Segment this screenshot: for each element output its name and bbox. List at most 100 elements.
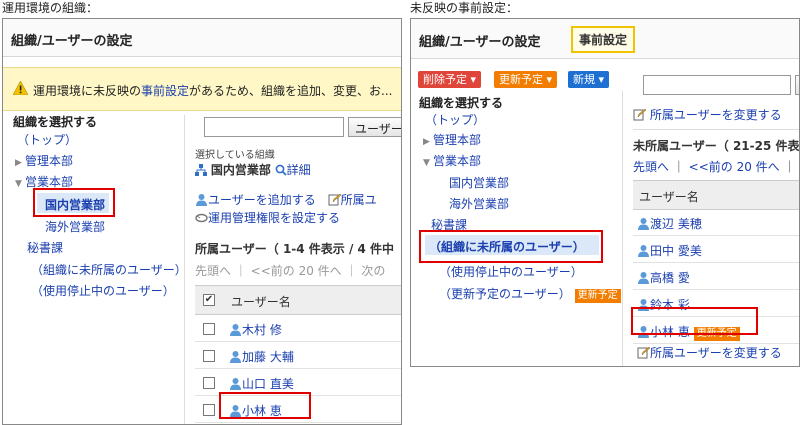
right-search-input[interactable] (643, 75, 791, 95)
new-label: 新規 (573, 73, 595, 86)
user-link[interactable]: 木村 修 (242, 323, 282, 337)
change-members-row: 所属ユーザーを変更する (633, 106, 782, 124)
right-page-title: 組織/ユーザーの設定 (419, 35, 541, 50)
col-username: ユーザー名 (231, 295, 291, 309)
warning-icon (12, 80, 29, 98)
left-table-header: ✔ ユーザー名 (195, 285, 401, 315)
pager-first[interactable]: 先頭へ (633, 160, 669, 174)
tree-item-unassigned[interactable]: （組織に未所属のユーザー） (31, 261, 187, 278)
right-title-bar: 組織/ユーザーの設定 事前設定 (411, 19, 799, 59)
change-members-link-bottom[interactable]: 所属ユーザーを変更する (650, 346, 782, 360)
user-icon (637, 271, 650, 287)
right-search-button[interactable] (795, 75, 799, 95)
tree-item-kanri[interactable]: ▶ 管理本部 (15, 152, 73, 169)
user-link[interactable]: 加藤 大輔 (242, 350, 294, 364)
unassigned-label: 未所属ユーザー（ 21-25 件表 (633, 139, 800, 153)
tree-item-suspended[interactable]: （使用停止中のユーザー） (31, 282, 175, 299)
tree-label-kanri[interactable]: 管理本部 (433, 133, 481, 147)
user-link[interactable]: 渡辺 美穂 (650, 217, 702, 231)
key-icon (195, 211, 208, 227)
change-members-link[interactable]: 所属ユーザーを変更する (650, 108, 782, 122)
left-page-title: 組織/ユーザーの設定 (11, 34, 133, 49)
tree-item-kokunai[interactable]: 国内営業部 (449, 174, 509, 191)
user-icon (229, 350, 242, 366)
add-user-link[interactable]: ユーザーを追加する (208, 193, 316, 207)
delete-planned-label: 削除予定 (423, 73, 467, 86)
user-add-icon (195, 193, 208, 209)
highlight-box-kokunai (33, 188, 115, 217)
update-planned-button[interactable]: 更新予定 ▾ (494, 71, 558, 88)
user-link[interactable]: 高橋 愛 (650, 271, 690, 285)
pager-sep-2: ｜ (783, 160, 796, 174)
edit-icon (328, 193, 341, 209)
detail-link[interactable]: 詳細 (287, 163, 311, 177)
selected-org-row: 国内営業部 詳細 (195, 161, 311, 179)
user-icon (229, 323, 242, 339)
user-icon (637, 244, 650, 260)
row-checkbox[interactable] (203, 350, 215, 362)
members-label: 所属ユーザー（ 1-4 件表示 / 4 件中 (195, 242, 395, 256)
right-pager: 先頭へ ｜ <<前の 20 件へ ｜ (633, 158, 796, 175)
row-checkbox[interactable] (203, 404, 215, 416)
tree-item-hisho[interactable]: 秘書課 (27, 239, 63, 256)
tree-label-eigyo[interactable]: 営業本部 (25, 175, 73, 189)
edit-icon (633, 108, 647, 124)
tree-item-suspended[interactable]: （使用停止中のユーザー） (439, 263, 583, 280)
pager-first[interactable]: 先頭へ (195, 264, 231, 278)
left-search-button[interactable]: ユーザー (348, 117, 401, 137)
tree-item-kanri[interactable]: ▶ 管理本部 (423, 131, 481, 148)
left-panel: 組織/ユーザーの設定 運用環境に未反映の事前設定があるため、組織を追加、変更、お… (2, 18, 402, 425)
highlight-box-user (219, 392, 311, 419)
add-user-row: ユーザーを追加する 所属ユ (195, 191, 377, 209)
tree-label-kanri[interactable]: 管理本部 (25, 154, 73, 168)
new-button[interactable]: 新規 ▾ (568, 71, 610, 88)
tree-item-eigyo[interactable]: ▼ 営業本部 (423, 152, 481, 169)
collapse-arrow-icon[interactable]: ▼ (423, 158, 433, 168)
pager-sep-2: ｜ (345, 264, 362, 278)
tree-item-kaigai[interactable]: 海外営業部 (45, 218, 105, 235)
right-caption: 未反映の事前設定： (410, 1, 519, 15)
user-link[interactable]: 山口 直美 (242, 377, 294, 391)
update-planned-label: 更新予定 (499, 73, 543, 86)
select-all-checkbox[interactable]: ✔ (203, 294, 215, 306)
row-checkbox[interactable] (203, 377, 215, 389)
table-row: 田中 愛美 (633, 237, 799, 263)
expand-arrow-icon[interactable]: ▶ (15, 158, 25, 168)
pager-prev[interactable]: <<前の 20 件へ (689, 160, 780, 174)
selected-org-name: 国内営業部 (210, 163, 271, 177)
warning-banner: 運用環境に未反映の事前設定があるため、組織を追加、変更、お... (3, 67, 401, 111)
tree-item-kaigai[interactable]: 海外営業部 (449, 195, 509, 212)
shozoku-user-link[interactable]: 所属ユ (341, 193, 377, 207)
tree-label-pending[interactable]: （更新予定のユーザー） (439, 287, 571, 301)
highlight-box-user (631, 307, 758, 335)
user-link[interactable]: 田中 愛美 (650, 244, 702, 258)
tree-item-top[interactable]: （トップ） (17, 131, 77, 148)
left-title-bar: 組織/ユーザーの設定 (3, 19, 401, 57)
right-table-header: ユーザー名 (633, 180, 799, 210)
left-caption: 運用環境の組織： (2, 1, 99, 15)
tree-item-pending[interactable]: （更新予定のユーザー） 更新予定 (439, 285, 621, 303)
table-row: 加藤 大輔 (195, 343, 401, 369)
dropdown-icon: ▾ (543, 73, 553, 86)
right-panel: 組織/ユーザーの設定 事前設定 削除予定 ▾ 更新予定 ▾ 新規 ▾ 組織を選択… (410, 18, 800, 367)
user-icon (229, 377, 242, 393)
expand-arrow-icon[interactable]: ▶ (423, 137, 433, 147)
magnifier-icon[interactable] (275, 164, 287, 179)
pager-sep: ｜ (234, 264, 251, 278)
pager-prev[interactable]: <<前の 20 件へ (251, 264, 342, 278)
right-tree-heading: 組織を選択する (419, 96, 504, 110)
user-icon (637, 217, 650, 233)
admin-rights-link[interactable]: 運用管理権限を設定する (208, 211, 340, 225)
warning-text: 運用環境に未反映の (33, 84, 142, 98)
dropdown-icon: ▾ (595, 73, 605, 86)
pager-next[interactable]: 次の (361, 264, 385, 278)
presetting-link[interactable]: 事前設定 (141, 84, 189, 98)
tree-item-top[interactable]: （トップ） (425, 111, 485, 128)
collapse-arrow-icon[interactable]: ▼ (15, 179, 25, 189)
delete-planned-button[interactable]: 削除予定 ▾ (418, 71, 482, 88)
row-checkbox[interactable] (203, 323, 215, 335)
highlight-box-unassigned (419, 230, 603, 263)
left-search-input[interactable] (204, 117, 344, 137)
tree-label-eigyo[interactable]: 営業本部 (433, 154, 481, 168)
col-username: ユーザー名 (639, 190, 699, 204)
